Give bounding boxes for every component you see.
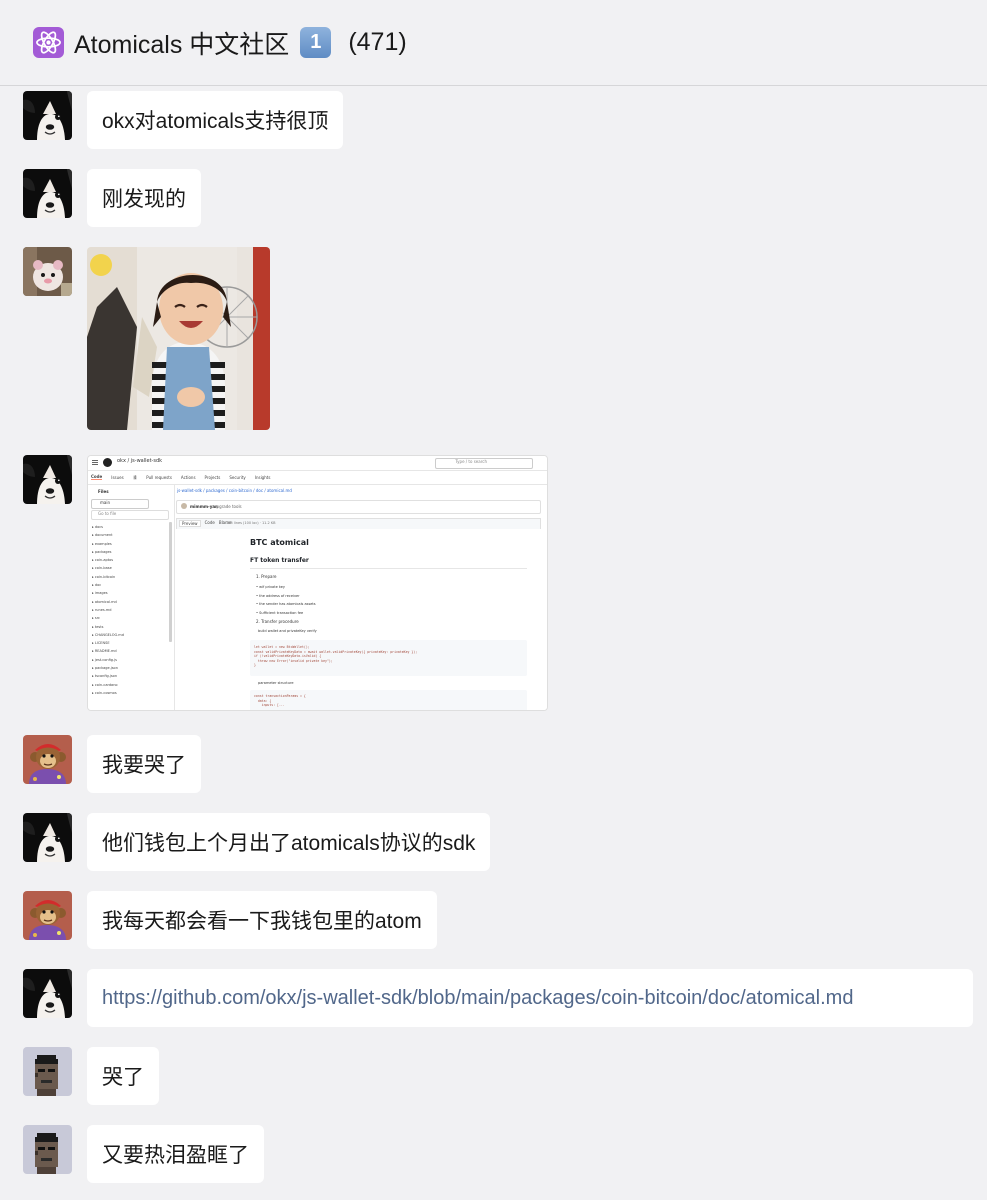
- message-bubble[interactable]: 刚发现的: [87, 169, 201, 227]
- message-bubble[interactable]: 哭了: [87, 1047, 159, 1105]
- message-bubble[interactable]: okx对atomicals支持很顶: [87, 91, 344, 149]
- gh-tree-item: ▸ atomical.md: [92, 599, 117, 604]
- gh-tree-item: ▸ runes.md: [92, 607, 112, 612]
- gh-tree-item: ▸ document: [92, 533, 113, 538]
- gh-tree-item: ▸ src: [92, 616, 100, 621]
- gh-doc-heading: BTC atomical: [250, 538, 309, 547]
- dog-avatar[interactable]: [23, 969, 72, 1018]
- gh-tree-item: ▸ LICENSE: [92, 641, 110, 646]
- gh-tree-item: ▸ tsconfig.json: [92, 674, 118, 679]
- gh-tabs: Code Issues 4 Pull requests Actions Proj…: [88, 470, 547, 485]
- chat-title: Atomicals 中文社区: [74, 30, 290, 59]
- github-page-mock: okx / js-wallet-sdk Type / to search Cod…: [88, 456, 547, 710]
- gh-code-line: const transactionParams = {: [254, 694, 306, 698]
- monkey-avatar[interactable]: [23, 891, 72, 940]
- dog-avatar[interactable]: [23, 455, 72, 504]
- gh-tree-item: ▸ package.json: [92, 666, 118, 671]
- atom-icon: [33, 27, 64, 58]
- member-count: (471): [348, 28, 407, 56]
- gh-tree-item: ▸ examples: [92, 541, 112, 546]
- dog-avatar[interactable]: [23, 169, 72, 218]
- toddler-sticker-image[interactable]: [87, 247, 270, 430]
- gh-list-item: • the sender has atomicals assets: [256, 602, 316, 606]
- dog-avatar[interactable]: [23, 813, 72, 862]
- gh-content: js-wallet-sdk / packages / coin-bitcoin …: [176, 484, 547, 710]
- gh-list-item: • wif private key: [256, 585, 285, 589]
- gh-file-tree: Files main Go to file ▸ docs ▸ document ▸ …: [88, 484, 175, 710]
- github-screenshot-image[interactable]: okx / js-wallet-sdk Type / to search Cod…: [87, 455, 548, 711]
- gh-code-line: inputs: [...: [254, 703, 285, 708]
- gh-list-item: • Sufficient transaction fee: [256, 610, 304, 615]
- gh-tree-item: ▸ coin-base: [92, 566, 112, 571]
- gh-search: Type / to search: [455, 459, 487, 464]
- gh-tree-item: ▸ doc: [92, 583, 102, 588]
- gh-tree-item: ▸ CHANGELOG.md: [92, 632, 124, 637]
- gh-tree-item: ▸ coin-aptos: [92, 558, 114, 563]
- message-bubble[interactable]: 又要热泪盈眶了: [87, 1125, 264, 1183]
- gh-tree-list: ▸ docs ▸ document ▸ examples ▸ packages ▸ co…: [92, 523, 170, 697]
- github-link[interactable]: https://github.com/okx/js-wallet-sdk/blo…: [102, 987, 853, 1010]
- punk-avatar[interactable]: [23, 1047, 72, 1096]
- gh-tree-item: ▸ coin-cardano: [92, 682, 118, 687]
- keycap-one-icon: 1: [300, 27, 332, 58]
- chat-header: Atomicals 中文社区 1 (471): [0, 0, 987, 86]
- gh-code-line: }: [254, 663, 256, 668]
- gh-list-item: • the address of receiver: [256, 593, 300, 598]
- message-bubble-link[interactable]: https://github.com/okx/js-wallet-sdk/blo…: [87, 969, 973, 1027]
- plush-avatar[interactable]: [23, 247, 72, 296]
- gh-repo-name: okx / js-wallet-sdk: [117, 458, 163, 464]
- gh-tree-item: ▸ coin-bitcoin: [92, 574, 116, 579]
- message-bubble[interactable]: 他们钱包上个月出了atomicals协议的sdk: [87, 813, 491, 871]
- dog-avatar[interactable]: [23, 91, 72, 140]
- message-bubble[interactable]: 我要哭了: [87, 735, 201, 793]
- gh-tree-item: ▸ jest.config.js: [92, 657, 117, 662]
- gh-tree-item: ▸ coin-cosmos: [92, 690, 117, 695]
- gh-tree-item: ▸ tests: [92, 624, 104, 629]
- monkey-avatar[interactable]: [23, 735, 72, 784]
- gh-topbar: okx / js-wallet-sdk Type / to search: [88, 456, 547, 471]
- punk-avatar[interactable]: [23, 1125, 72, 1174]
- gh-doc-subheading: FT token transfer: [250, 557, 309, 564]
- message-bubble[interactable]: 我每天都会看一下我钱包里的atom: [87, 891, 437, 949]
- gh-tree-item: ▸ images: [92, 591, 108, 596]
- gh-tree-item: ▸ README.md: [92, 649, 117, 654]
- gh-tree-item: ▸ packages: [92, 549, 112, 554]
- gh-tree-item: ▸ docs: [92, 525, 103, 529]
